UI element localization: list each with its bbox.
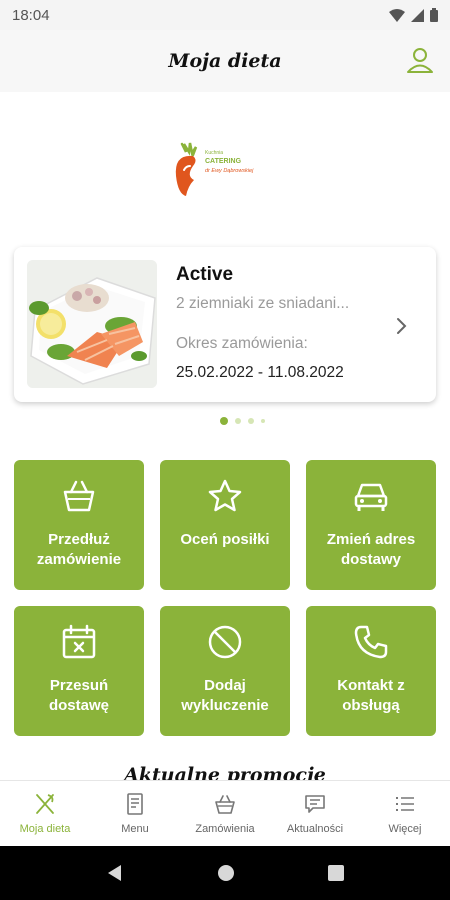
tile-label: Zmień adres dostawy — [326, 531, 416, 568]
change-address-tile[interactable]: Zmień adres dostawy — [306, 460, 436, 590]
recents-icon[interactable] — [327, 865, 344, 881]
nav-item-menu[interactable]: Menu — [90, 781, 180, 846]
tile-label: Przesuń dostawę — [48, 677, 109, 714]
logo-small-text: Kuchnia — [205, 150, 224, 156]
logo-main-text: CATERING — [205, 158, 242, 165]
contact-support-tile[interactable]: Kontakt z obsługą — [306, 606, 436, 736]
page-title: Moja dieta — [168, 50, 282, 72]
tile-label: Dodaj wykluczenie — [181, 677, 269, 714]
nav-label: Więcej — [388, 823, 422, 835]
status-bar: 18:04 — [0, 0, 450, 30]
order-title: Active — [176, 264, 234, 285]
more-list-icon — [396, 797, 414, 811]
nav-label: Zamówienia — [195, 823, 255, 835]
battery-icon — [430, 8, 438, 22]
nav-item-my-diet[interactable]: Moja dieta — [0, 781, 90, 846]
nav-item-more[interactable]: Więcej — [360, 781, 450, 846]
rate-meals-tile[interactable]: Oceń posiłki — [160, 460, 290, 590]
back-icon[interactable] — [106, 864, 124, 882]
order-period-label: Okres zamówienia: — [176, 335, 308, 352]
bottom-navigation: Moja dieta Menu Zamówienia Aktualności W… — [0, 780, 450, 846]
nav-label: Menu — [121, 823, 149, 835]
carrot-logo-icon — [175, 142, 198, 196]
menu-document-icon — [127, 793, 143, 815]
home-icon[interactable] — [217, 864, 235, 882]
carousel-dot[interactable] — [261, 419, 265, 423]
nav-item-orders[interactable]: Zamówienia — [180, 781, 270, 846]
nav-label: Aktualności — [286, 823, 344, 835]
promotions-heading: Aktualne promocje — [124, 764, 326, 780]
status-icons — [389, 8, 438, 22]
status-time: 18:04 — [12, 6, 50, 24]
carousel-dot[interactable] — [235, 418, 241, 424]
basket-icon — [215, 795, 235, 814]
add-exclusion-tile[interactable]: Dodaj wykluczenie — [160, 606, 290, 736]
main-content: Kuchnia CATERING dr Ewy Dąbrowskiej Acti… — [0, 92, 450, 780]
extend-order-tile[interactable]: Przedłuż zamówienie — [14, 460, 144, 590]
tile-label: Przedłuż zamówienie — [36, 531, 122, 568]
news-icon — [305, 795, 325, 813]
chevron-right-icon[interactable] — [394, 316, 408, 336]
order-period-value: 25.02.2022 - 11.08.2022 — [176, 364, 344, 381]
nav-item-news[interactable]: Aktualności — [270, 781, 360, 846]
logo-sub-text: dr Ewy Dąbrowskiej — [205, 168, 254, 174]
car-icon — [354, 483, 388, 511]
basket-icon — [63, 480, 95, 512]
order-subtitle: 2 ziemniaki ze sniadani... — [176, 295, 350, 312]
prohibited-icon — [208, 625, 242, 659]
calendar-icon — [62, 624, 96, 659]
carousel-dot[interactable] — [220, 417, 228, 425]
brand-logo: Kuchnia CATERING dr Ewy Dąbrowskiej — [172, 142, 282, 198]
cutlery-icon — [36, 794, 54, 814]
phone-icon — [354, 625, 388, 659]
app-header: Moja dieta — [0, 30, 450, 92]
carousel-indicator — [220, 417, 265, 425]
wifi-icon — [389, 8, 405, 22]
active-order-card[interactable]: Active 2 ziemniaki ze sniadani... Okres … — [14, 247, 436, 402]
nav-label: Moja dieta — [19, 823, 71, 835]
reschedule-delivery-tile[interactable]: Przesuń dostawę — [14, 606, 144, 736]
signal-icon — [411, 8, 424, 22]
meal-image — [27, 260, 157, 388]
user-icon[interactable] — [406, 46, 434, 74]
system-navigation-bar — [0, 846, 450, 900]
tile-label: Oceń posiłki — [180, 531, 270, 548]
carousel-dot[interactable] — [248, 418, 254, 424]
star-icon — [208, 479, 242, 512]
tile-label: Kontakt z obsługą — [337, 677, 405, 714]
